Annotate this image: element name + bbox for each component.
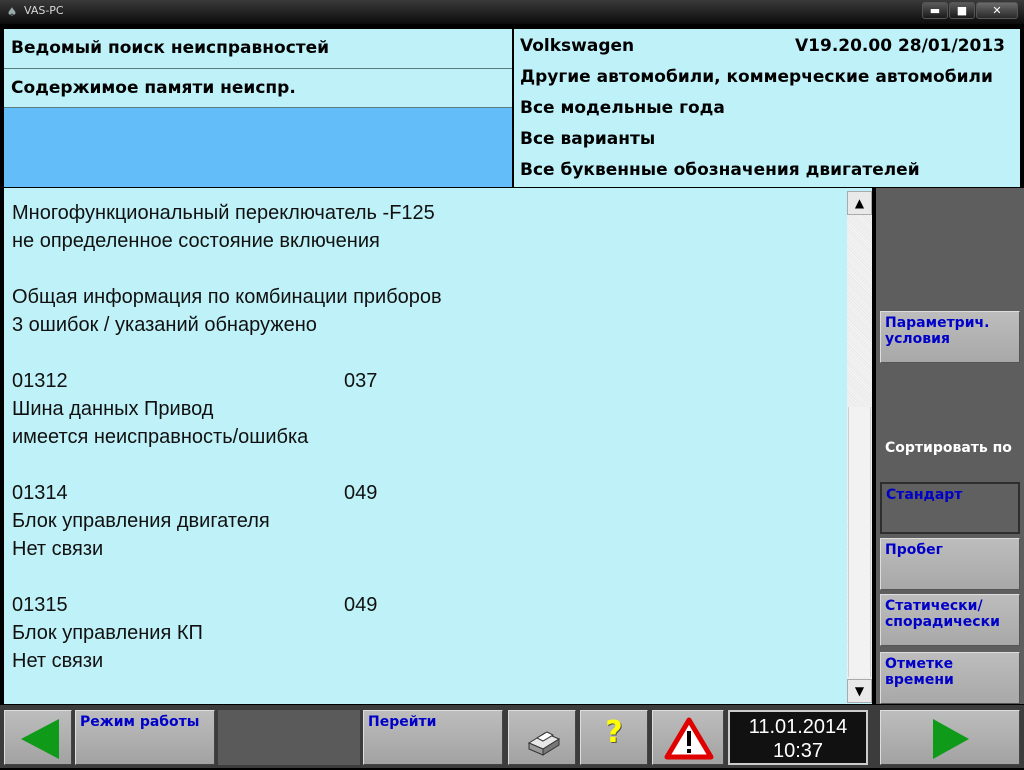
fault-text: не определенное состояние включения [12,230,380,252]
back-arrow-icon [21,719,59,759]
sort-static-sporadic-button[interactable]: Статически/спорадически [880,594,1020,646]
warning-button[interactable] [652,710,724,765]
fault-text: 3 ошибок / указаний обнаружено [12,314,317,336]
operating-mode-label: Режим работы [80,714,200,730]
variant: Все варианты [520,129,656,149]
scroll-down-button[interactable]: ▼ [847,679,872,703]
back-button[interactable] [4,710,72,765]
fault-text: имеется неисправность/ошибка [12,426,309,448]
scroll-thumb[interactable] [848,407,871,677]
goto-label: Перейти [368,714,437,730]
fault-code: 01315 [12,594,68,616]
fault-value: 049 [344,482,378,504]
header-function: Ведомый поиск неисправностей [4,29,512,69]
app-icon: ♠ [6,5,18,19]
fault-text: Общая информация по комбинации приборов [12,286,442,308]
fault-code: 01314 [12,482,68,504]
title-bar [0,0,1024,24]
fault-code: 01312 [12,370,68,392]
sort-standard-button[interactable]: Стандарт [880,482,1020,534]
window-title: VAS-PC [24,4,64,17]
minimize-button[interactable]: ▬ [922,2,948,19]
fault-text: Нет связи [12,650,104,672]
maximize-button[interactable]: ■ [949,2,975,19]
close-button[interactable]: ✕ [976,2,1018,19]
current-time: 10:37 [772,740,824,762]
fault-text: Шина данных Привод [12,398,214,420]
fault-memory-list[interactable]: Многофункциональный переключатель -F125 н… [4,188,872,704]
vehicle-type: Другие автомобили, коммерческие автомоби… [520,67,993,87]
vertical-scrollbar[interactable]: ▲ ▼ [847,191,872,703]
printer-icon [527,731,561,756]
sort-mileage-button[interactable]: Пробег [880,538,1020,590]
fault-value: 049 [344,594,378,616]
fault-text: Блок управления двигателя [12,510,270,532]
forward-button[interactable] [880,710,1020,765]
forward-arrow-icon [933,719,969,759]
goto-button[interactable]: Перейти [363,710,503,765]
sort-timestamp-button[interactable]: Отметке времени [880,652,1020,704]
warning-icon [664,717,714,760]
fault-value: 037 [344,370,378,392]
vehicle-make: Volkswagen [520,36,635,56]
print-button[interactable] [508,710,576,765]
fault-text: Блок управления КП [12,622,203,644]
date-time-display: 11.01.2014 10:37 [728,710,868,765]
parametric-conditions-button[interactable]: Параметрич. условия [880,311,1020,363]
help-button[interactable]: ? [580,710,648,765]
subfunction-title: Содержимое памяти неиспр. [11,78,296,98]
operating-mode-button[interactable]: Режим работы [75,710,215,765]
fault-text: Многофункциональный переключатель -F125 [12,202,435,224]
model-year: Все модельные года [520,98,725,118]
software-version: V19.20.00 28/01/2013 [795,36,1006,56]
vehicle-info-panel: Volkswagen V19.20.00 28/01/2013 Другие а… [514,29,1020,187]
sort-by-label: Сортировать по [885,440,1012,456]
toolbar-spacer [218,710,360,765]
engine-code: Все буквенные обозначения двигателей [520,160,920,180]
function-title: Ведомый поиск неисправностей [11,38,330,58]
header-blank [4,108,512,187]
help-icon: ? [605,715,623,750]
current-date: 11.01.2014 [748,716,848,738]
header-subfunction: Содержимое памяти неиспр. [4,69,512,108]
scroll-up-button[interactable]: ▲ [847,191,872,215]
fault-text: Нет связи [12,538,104,560]
